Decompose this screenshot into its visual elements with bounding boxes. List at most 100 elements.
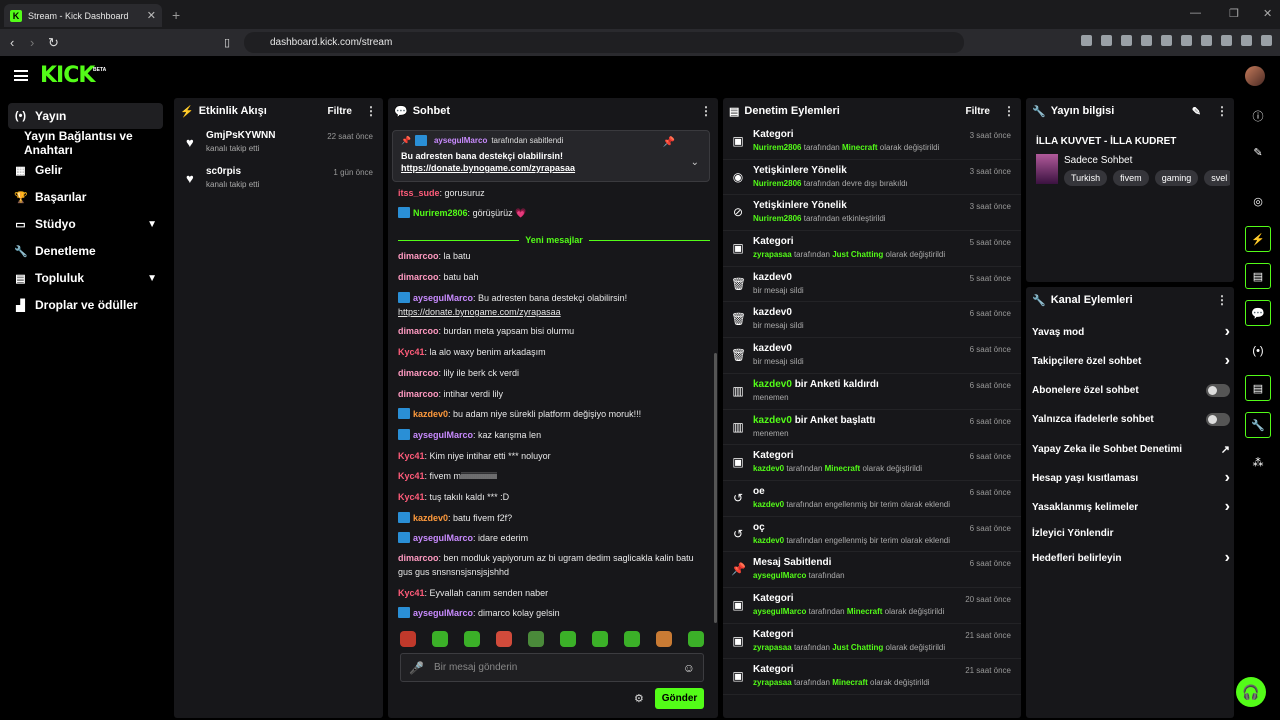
moderator-name[interactable]: kazdev0 [753, 464, 784, 473]
tag[interactable]: gaming [1154, 170, 1199, 186]
edit-icon[interactable]: ✎ [1245, 139, 1271, 165]
sidebar-item-gelir[interactable]: ▦ Gelir [8, 157, 163, 183]
moderation-row[interactable]: 🗑 kazdev0 bir mesajı sildi 6 saat önce [723, 338, 1021, 374]
wallet-icon[interactable] [1201, 35, 1212, 46]
chat-username[interactable]: Kyc41 [398, 471, 425, 481]
chat-username[interactable]: aysegulMarco [413, 533, 473, 543]
kick-logo[interactable]: KICK [40, 63, 95, 88]
more-options-icon[interactable]: ⋮ [1216, 104, 1228, 118]
menu-icon[interactable] [1261, 35, 1272, 46]
emote-icon[interactable] [560, 631, 576, 647]
close-icon[interactable]: ✕ [147, 9, 156, 22]
more-options-icon[interactable]: ⋮ [365, 104, 377, 118]
tag[interactable]: svel [1204, 170, 1230, 186]
sidebar-item-basarilar[interactable]: 🏆 Başarılar [8, 184, 163, 210]
sidebar-item-studyo[interactable]: ▭ Stüdyo ▼ [8, 211, 163, 237]
moderator-name[interactable]: kazdev0 [753, 500, 784, 509]
send-button[interactable]: Gönder [655, 688, 704, 709]
chat-bubble-icon[interactable]: 💬 [1245, 300, 1271, 326]
target-icon[interactable]: ◎ [1245, 188, 1271, 214]
moderator-name[interactable]: Nurirem2806 [753, 214, 801, 223]
channel-action-row[interactable]: Yasaklanmış kelimeler › [1032, 495, 1230, 519]
new-tab-icon[interactable]: + [172, 7, 180, 23]
moderator-name[interactable]: Nurirem2806 [753, 179, 801, 188]
lightning-icon[interactable]: ⚡ [1245, 226, 1271, 252]
filter-button[interactable]: Filtre [328, 106, 352, 117]
chat-username[interactable]: kazdev0 [413, 513, 448, 523]
extension-icon[interactable] [1101, 35, 1112, 46]
extension-icon[interactable] [1121, 35, 1132, 46]
channel-action-row[interactable]: Yapay Zeka ile Sohbet Denetimi ↗ [1032, 437, 1230, 461]
moderator-name[interactable]: kazdev0 [753, 379, 792, 390]
chat-username[interactable]: Kyc41 [398, 588, 425, 598]
puzzle-icon[interactable] [1141, 35, 1152, 46]
moderator-name[interactable]: zyrapasaa [753, 678, 792, 687]
moderator-name[interactable]: aysegulMarco [753, 571, 806, 580]
sidebar-item-topluluk[interactable]: ▤ Topluluk ▼ [8, 265, 163, 291]
chat-username[interactable]: Nurirem2806 [413, 208, 468, 218]
moderator-name[interactable]: kazdev0 [753, 536, 784, 545]
chat-username[interactable]: itss_sude [398, 188, 440, 198]
emoji-icon[interactable]: ☺ [683, 661, 695, 675]
tag[interactable]: fivem [1113, 170, 1149, 186]
close-window-icon[interactable]: ✕ [1263, 7, 1272, 20]
emote-icon[interactable] [656, 631, 672, 647]
moderation-row[interactable]: ▣ Kategori aysegulMarco tarafından Minecra… [723, 588, 1021, 624]
moderation-row[interactable]: ◉ Yetişkinlere Yönelik Nurirem2806 tarafın… [723, 160, 1021, 196]
wrench-icon[interactable]: 🔧 [1245, 412, 1271, 438]
chat-input[interactable]: 🎤 Bir mesaj gönderin ☺ [400, 653, 704, 682]
emote-icon[interactable] [432, 631, 448, 647]
help-chat-button[interactable]: 🎧 [1236, 677, 1266, 707]
emote-icon[interactable] [624, 631, 640, 647]
chat-username[interactable]: dimarcoo [398, 553, 439, 563]
forward-icon[interactable]: › [30, 35, 34, 50]
chat-username[interactable]: aysegulMarco [413, 608, 473, 618]
emote-icon[interactable] [528, 631, 544, 647]
emote-icon[interactable] [592, 631, 608, 647]
moderator-name[interactable]: zyrapasaa [753, 250, 792, 259]
moderation-row[interactable]: ▣ Kategori kazdev0 tarafından Minecraft ol… [723, 445, 1021, 481]
channel-action-row[interactable]: Takipçilere özel sohbet › [1032, 349, 1230, 373]
sidebar-item-stream-key[interactable]: Yayın Bağlantısı ve Anahtarı [8, 129, 163, 157]
channel-action-row[interactable]: Hesap yaşı kısıtlaması › [1032, 466, 1230, 490]
moderation-row[interactable]: ⊘ Yetişkinlere Yönelik Nurirem2806 tarafın… [723, 195, 1021, 232]
chat-username[interactable]: kazdev0 [413, 409, 448, 419]
extension-icon[interactable] [1081, 35, 1092, 46]
moderation-row[interactable]: ↺ oç kazdev0 tarafından engellenmiş bir te… [723, 517, 1021, 553]
more-options-icon[interactable]: ⋮ [1216, 293, 1228, 307]
edit-icon[interactable]: ✎ [1192, 105, 1201, 118]
reload-icon[interactable]: ↻ [48, 35, 59, 51]
emote-icon[interactable] [464, 631, 480, 647]
chat-username[interactable]: dimarcoo [398, 368, 439, 378]
vpn-icon[interactable] [1221, 35, 1232, 46]
moderation-row[interactable]: ▣ Kategori zyrapasaa tarafından Just Chatt… [723, 231, 1021, 267]
channel-action-row[interactable]: Yalnızca ifadelerle sohbet [1032, 407, 1230, 431]
info-icon[interactable]: ⓘ [1245, 103, 1271, 129]
channel-action-row[interactable]: Hedefleri belirleyin › [1032, 546, 1230, 570]
unpin-icon[interactable]: 📌 [663, 137, 675, 148]
channel-action-row[interactable]: Yavaş mod › [1032, 320, 1230, 344]
emote-icon[interactable] [400, 631, 416, 647]
more-options-icon[interactable]: ⋮ [700, 104, 712, 118]
tag[interactable]: Turkish [1064, 170, 1108, 186]
moderator-name[interactable]: aysegulMarco [753, 607, 806, 616]
sidebar-icon[interactable] [1181, 35, 1192, 46]
chevron-down-icon[interactable]: ⌄ [691, 157, 699, 168]
moderation-row[interactable]: 📌 Mesaj Sabitlendi aysegulMarco tarafından… [723, 552, 1021, 588]
gear-icon[interactable]: ⚙ [634, 692, 644, 705]
sidebar-item-droplar[interactable]: ▟ Droplar ve ödüller [8, 292, 163, 318]
chat-username[interactable]: aysegulMarco [413, 293, 473, 303]
avatar[interactable] [1245, 66, 1265, 86]
moderation-row[interactable]: ▣ Kategori zyrapasaa tarafından Just Chatt… [723, 624, 1021, 660]
moderation-row[interactable]: ▥ kazdev0 bir Anket başlattı menemen 6 saat… [723, 410, 1021, 446]
pinned-by-user[interactable]: aysegulMarco [434, 136, 487, 145]
chat-username[interactable]: dimarcoo [398, 251, 439, 261]
moderator-name[interactable]: kazdev0 [753, 415, 792, 426]
nodes-icon[interactable]: ⁂ [1245, 449, 1271, 475]
bookmark-icon[interactable]: ▯ [224, 36, 230, 49]
hamburger-menu-icon[interactable] [14, 70, 28, 81]
sidebar-item-denetleme[interactable]: 🔧 Denetleme [8, 238, 163, 264]
chat-username[interactable]: Kyc41 [398, 492, 425, 502]
extension-icon[interactable] [1161, 35, 1172, 46]
filter-button[interactable]: Filtre [966, 106, 990, 117]
